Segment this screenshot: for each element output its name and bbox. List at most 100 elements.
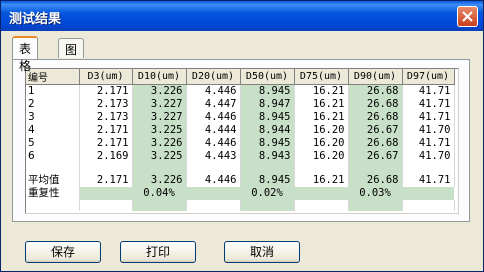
table-cell: 26.68: [348, 174, 403, 187]
results-grid[interactable]: 编号 D3(um) D10(um) D20(um) D50(um) D75(um) D90(…: [25, 68, 459, 214]
table-cell: 41.71: [402, 174, 455, 187]
table-cell: 8.945: [240, 174, 295, 187]
table-body: 1 2.171 3.226 4.446 8.945 16.21 26.68 41.71 2 2.1…: [26, 84, 455, 211]
row-label: 4: [26, 124, 80, 137]
table-row[interactable]: 3 2.173 3.227 4.446 8.945 16.21 26.68 41.71: [26, 111, 455, 124]
table-cell: 41.70: [402, 150, 455, 163]
table-cell: 3.226: [132, 84, 187, 98]
row-label: 5: [26, 137, 80, 150]
table-cell: 16.21: [294, 111, 349, 124]
close-icon: [462, 11, 473, 22]
tab-table[interactable]: 表格: [12, 36, 39, 73]
average-row[interactable]: 平均值 2.171 3.226 4.446 8.945 16.21 26.68 41.71: [26, 174, 455, 187]
table-row[interactable]: 5 2.171 3.226 4.446 8.945 16.20 26.68 41.71: [26, 137, 455, 150]
repeatability-row[interactable]: 重复性 0.04% 0.02% 0.03%: [26, 187, 454, 200]
table-cell: [294, 187, 348, 200]
table-cell: 4.446: [186, 111, 241, 124]
dialog-window: 测试结果 表格 图形 编号D3(um)D10(um)D20(um)D50(um)…: [0, 0, 484, 272]
table-cell: 4.446: [186, 137, 241, 150]
table-row[interactable]: 4 2.171 3.225 4.444 8.944 16.20 26.67 41.70: [26, 124, 455, 137]
table-cell: 3.226: [132, 174, 187, 187]
row-label: 6: [26, 150, 80, 163]
column-header[interactable]: D75(um): [294, 69, 349, 85]
blank-row: [26, 163, 455, 174]
tab-panel: 编号 D3(um) D10(um) D20(um) D50(um) D75(um) D90(…: [12, 59, 470, 222]
table-cell: 3.226: [132, 137, 187, 150]
table-cell: 4.443: [186, 150, 241, 163]
table-cell: 4.447: [186, 98, 241, 111]
table-header-row: 编号 D3(um) D10(um) D20(um) D50(um) D75(um) D90(…: [26, 69, 455, 85]
table-cell: 2.171: [79, 174, 133, 187]
row-label: 平均值: [26, 174, 80, 187]
column-header[interactable]: D10(um): [132, 69, 187, 85]
table-row[interactable]: 2 2.173 3.227 4.447 8.947 16.21 26.68 41.71: [26, 98, 455, 111]
table-cell: 4.446: [186, 174, 241, 187]
column-header[interactable]: D97(um): [402, 69, 455, 85]
table-cell: [132, 163, 187, 174]
table-cell: [186, 163, 241, 174]
table-row[interactable]: 6 2.169 3.225 4.443 8.943 16.20 26.67 41.70: [26, 150, 455, 163]
table-cell: 8.944: [240, 124, 295, 137]
table-cell: 16.21: [294, 174, 349, 187]
table-cell: 8.945: [240, 137, 295, 150]
table-cell: 16.20: [294, 137, 349, 150]
table-cell: [26, 163, 80, 174]
table-cell: 0.02%: [240, 187, 294, 200]
table-cell: 2.169: [79, 150, 133, 163]
table-cell: 4.444: [186, 124, 241, 137]
table-cell: 26.67: [348, 124, 403, 137]
results-table: 编号 D3(um) D10(um) D20(um) D50(um) D75(um) D90(…: [26, 69, 455, 211]
table-cell: 0.04%: [132, 187, 186, 200]
table-cell: 26.68: [348, 137, 403, 150]
table-cell: [186, 187, 240, 200]
table-cell: 3.227: [132, 111, 187, 124]
table-cell: [186, 200, 241, 211]
table-cell: [79, 163, 133, 174]
table-cell: 2.173: [79, 98, 133, 111]
table-cell: 8.945: [240, 84, 295, 98]
close-button[interactable]: [457, 6, 478, 27]
blank-row: [26, 200, 455, 211]
table-cell: 2.171: [79, 84, 133, 98]
table-cell: 16.20: [294, 124, 349, 137]
table-cell: 41.70: [402, 124, 455, 137]
tab-graph[interactable]: 图形: [58, 38, 85, 74]
table-cell: 4.446: [186, 84, 241, 98]
row-label: 重复性: [26, 187, 80, 200]
title-bar[interactable]: 测试结果: [1, 1, 483, 31]
column-header[interactable]: D90(um): [348, 69, 403, 85]
table-cell: [402, 200, 455, 211]
cancel-button[interactable]: 取消: [224, 241, 300, 263]
row-label: 2: [26, 98, 80, 111]
column-header[interactable]: D3(um): [79, 69, 133, 85]
column-header[interactable]: 编号: [26, 69, 80, 85]
table-cell: 0.03%: [348, 187, 402, 200]
table-row[interactable]: 1 2.171 3.226 4.446 8.945 16.21 26.68 41.71: [26, 84, 455, 98]
column-header[interactable]: D20(um): [186, 69, 241, 85]
table-cell: 3.227: [132, 98, 187, 111]
save-button[interactable]: 保存: [25, 241, 101, 263]
table-cell: [240, 163, 295, 174]
table-cell: 8.947: [240, 98, 295, 111]
table-cell: 26.68: [348, 98, 403, 111]
table-cell: 41.71: [402, 111, 455, 124]
table-cell: [132, 200, 187, 211]
table-cell: [79, 187, 132, 200]
column-header[interactable]: D50(um): [240, 69, 295, 85]
table-cell: 3.225: [132, 124, 187, 137]
table-cell: 41.71: [402, 98, 455, 111]
table-cell: 26.68: [348, 84, 403, 98]
table-cell: [26, 200, 80, 211]
table-cell: [402, 163, 455, 174]
print-button[interactable]: 打印: [120, 241, 196, 263]
table-cell: [348, 163, 403, 174]
table-cell: [240, 200, 295, 211]
table-cell: 3.225: [132, 150, 187, 163]
table-cell: 2.171: [79, 124, 133, 137]
table-cell: 2.171: [79, 137, 133, 150]
table-cell: 41.71: [402, 84, 455, 98]
table-cell: [294, 163, 349, 174]
table-cell: 41.71: [402, 137, 455, 150]
dialog-body: 表格 图形 编号D3(um)D10(um)D20(um)D50(um)D75(u…: [4, 31, 480, 269]
table-cell: 26.67: [348, 150, 403, 163]
